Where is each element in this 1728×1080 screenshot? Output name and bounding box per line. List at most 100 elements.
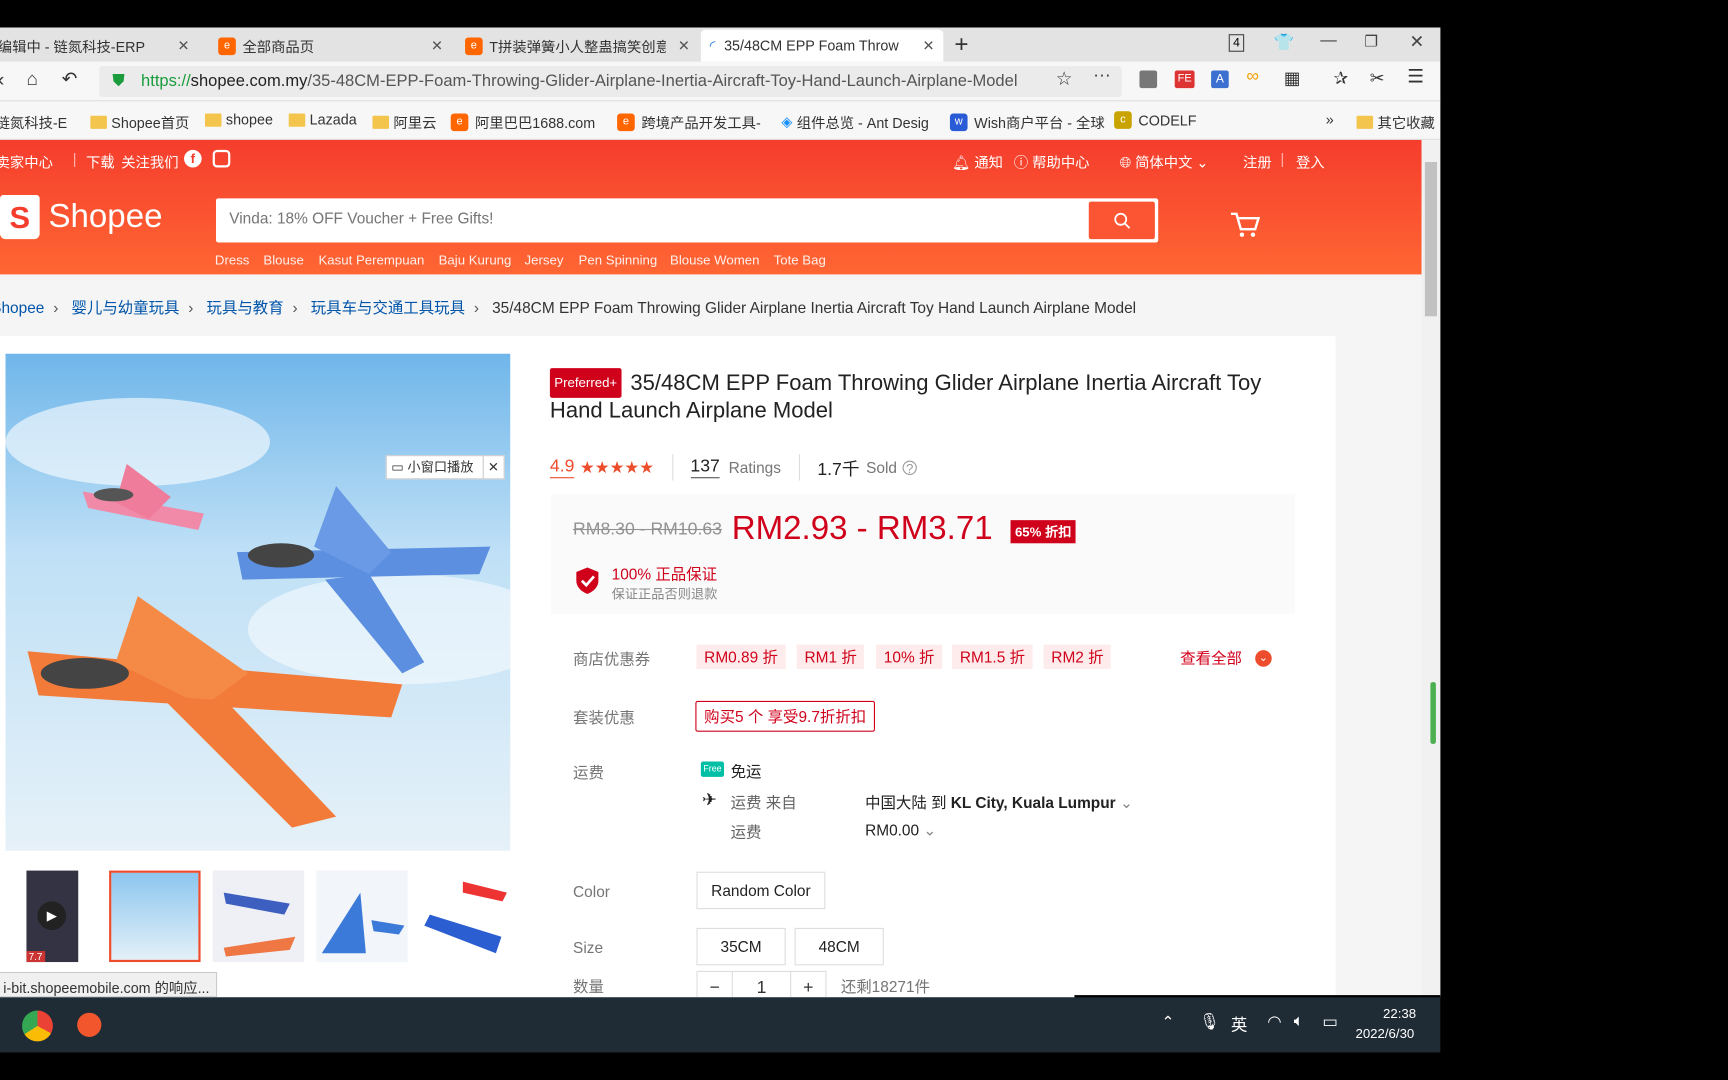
keyword-link[interactable]: Kasut Perempuan [318,252,424,267]
voucher-chip[interactable]: 10% 折 [876,644,943,669]
shopee-logo[interactable]: S Shopee [0,195,162,240]
ship-route[interactable]: 中国大陆 到 KL City, Kuala Lumpur ⌄ [865,791,1133,813]
thumbnail[interactable] [418,870,511,963]
see-all-vouchers[interactable]: 查看全部 ⌄ [1180,647,1272,669]
star-icon[interactable]: ☆ [1056,68,1073,90]
search-button[interactable] [1088,201,1155,240]
breadcrumb-link[interactable]: 玩具与教育 [207,299,284,317]
rating-value[interactable]: 4.9 [549,457,575,478]
thumbnail-selected[interactable] [109,870,201,963]
volume-icon[interactable]: 🔈︎ [1294,1012,1304,1031]
back-icon[interactable]: ‹ [0,68,4,91]
bookmark[interactable]: c CODELF [1114,111,1196,129]
close-icon[interactable]: ✕ [431,37,443,55]
menu-icon[interactable]: ☰ [1407,66,1424,88]
notifications-link[interactable]: 🔔︎ 通知 [952,151,1003,172]
thumbnail[interactable] [316,870,408,963]
facebook-icon[interactable]: f [184,149,202,168]
more-icon[interactable]: ··· [1093,66,1111,86]
close-window-button[interactable]: ✕ [1409,31,1424,53]
keyword-link[interactable]: Baju Kurung [439,252,512,267]
close-icon[interactable]: ✕ [178,37,190,55]
mini-player-button[interactable]: ▭ 小窗口播放 ✕ [385,455,505,480]
cart-icon[interactable] [1229,209,1262,240]
instagram-icon[interactable] [212,149,231,168]
window-count[interactable]: 4 [1228,34,1245,52]
clock-time[interactable]: 22:38 [1383,1006,1416,1021]
clock-date[interactable]: 2022/6/30 [1355,1026,1414,1041]
seller-centre-link[interactable]: 卖家中心 [0,151,53,172]
other-bookmarks[interactable]: 其它收藏 [1356,111,1435,132]
keyword-link[interactable]: Tote Bag [774,252,826,267]
thumbnail[interactable] [212,870,305,963]
register-link[interactable]: 注册 [1243,151,1272,172]
bookmark[interactable]: Shopee首页 [90,111,189,132]
login-link[interactable]: 登入 [1296,151,1325,172]
home-icon[interactable]: ⌂ [26,68,37,90]
tab[interactable]: e 全部商品页 ✕ [209,30,451,62]
close-icon[interactable]: ✕ [482,456,499,479]
product-image[interactable]: ▭ 小窗口播放 ✕ [5,353,511,851]
keyword-link[interactable]: Blouse Women [670,252,759,267]
extension-icon[interactable] [1139,70,1158,89]
wifi-icon[interactable]: ◠ [1267,1012,1281,1032]
bookmarks-more-button[interactable]: » [1326,111,1334,128]
bookmark[interactable]: ◈ 组件总览 - Ant Desig [781,111,929,132]
quantity-input[interactable]: 1 [733,972,790,998]
bookmark[interactable]: Lazada [288,111,357,128]
infinity-extension-icon[interactable]: ∞ [1246,67,1259,87]
keyword-link[interactable]: Dress [215,252,250,267]
help-link[interactable]: ⓘ 帮助中心 [1014,151,1090,172]
favorites-icon[interactable]: ✰ [1333,67,1348,89]
url-bar[interactable]: ⛊ https://shopee.com.my/35-48CM-EPP-Foam… [99,66,1122,97]
keyword-link[interactable]: Jersey [525,252,564,267]
voucher-chip[interactable]: RM1.5 折 [952,644,1033,669]
bookmark[interactable]: shopee [204,111,273,128]
size-option[interactable]: 35CM [696,927,786,966]
bookmark[interactable]: 阿里云 [372,111,436,132]
chevron-up-icon[interactable]: ⌃ [1162,1013,1175,1032]
keyword-link[interactable]: Blouse [263,252,303,267]
breadcrumb-link[interactable]: 玩具车与交通工具玩具 [311,299,465,317]
scrollbar-thumb[interactable] [1424,161,1438,317]
decrease-button[interactable]: − [698,971,733,998]
scrollbar[interactable] [1421,139,1441,998]
ship-fee[interactable]: RM0.00 ⌄ [865,821,936,840]
voucher-chip[interactable]: RM2 折 [1043,644,1112,669]
microphone-icon[interactable]: 🎙︎ [1199,1012,1220,1032]
color-option[interactable]: Random Color [696,871,826,910]
bookmark[interactable]: 链氮科技-E [0,111,67,132]
voucher-chip[interactable]: RM0.89 折 [696,644,786,669]
browser-taskbar-icon[interactable] [22,1010,53,1042]
voucher-chip[interactable]: RM1 折 [796,644,865,669]
minimize-button[interactable]: — [1320,31,1337,50]
close-icon[interactable]: ✕ [678,37,690,55]
tab-active[interactable]: ◜ 35/48CM EPP Foam Throw ✕ [700,29,944,62]
ime-indicator[interactable]: 英 [1231,1013,1248,1036]
new-tab-button[interactable]: + [954,30,968,59]
bookmark[interactable]: e 阿里巴巴1688.com [450,111,595,132]
tab[interactable]: 编辑中 - 链氮科技-ERP ✕ [0,30,198,62]
breadcrumb-link[interactable]: 婴儿与幼童玩具 [71,299,179,317]
help-icon[interactable]: ? [902,460,917,475]
keyword-link[interactable]: Pen Spinning [579,252,658,267]
restore-button[interactable]: ❐ [1364,32,1378,51]
size-option[interactable]: 48CM [794,927,884,966]
thumbnail-video[interactable]: ▶ 7.7 [26,870,79,963]
battery-icon[interactable]: ▭ [1322,1012,1338,1032]
translate-extension-icon[interactable]: A [1211,70,1229,89]
ratings-count[interactable]: 137 [690,457,720,478]
fe-extension-icon[interactable]: FE [1174,70,1195,89]
search-input[interactable] [229,209,1067,228]
bookmark[interactable]: e 跨境产品开发工具- [617,111,761,132]
bundle-deal[interactable]: 购买5 个 享受9.7折折扣 [695,700,876,732]
close-icon[interactable]: ✕ [922,37,934,55]
bookmark[interactable]: w Wish商户平台 - 全球 [949,111,1105,132]
breadcrumb-link[interactable]: Shopee [0,299,44,317]
language-select[interactable]: 🌐︎ 简体中文 ⌄ [1120,151,1209,172]
tab[interactable]: e T拼装弹簧小人整蛊搞笑创意 ✕ [456,30,698,62]
increase-button[interactable]: + [790,971,825,998]
apps-icon[interactable]: ▦ [1284,67,1301,89]
app-taskbar-icon[interactable] [77,1012,102,1037]
reload-icon[interactable]: ↶ [62,68,78,90]
